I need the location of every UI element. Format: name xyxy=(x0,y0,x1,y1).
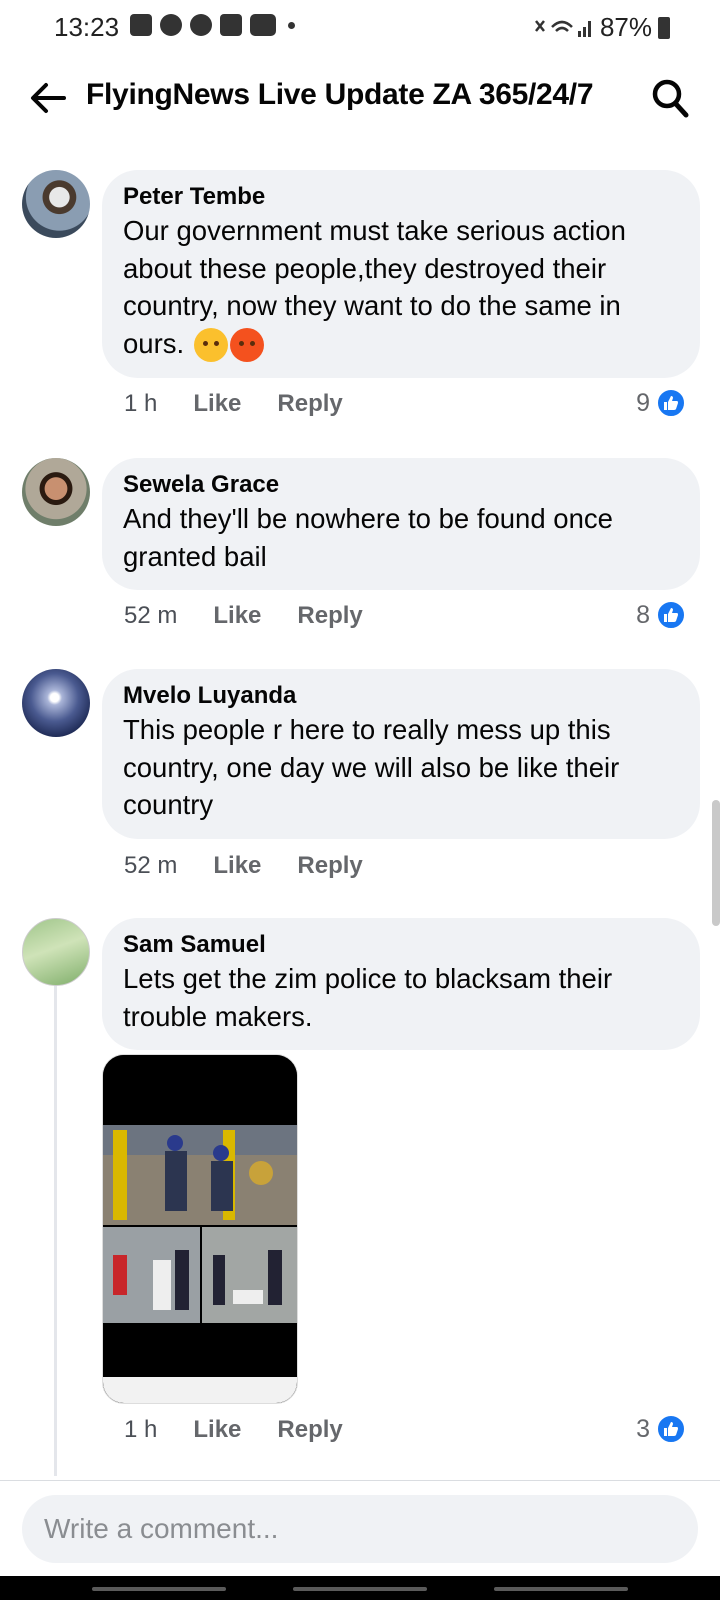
page-header: FlyingNews Live Update ZA 365/24/7 xyxy=(0,60,720,140)
comment-author[interactable]: Sewela Grace xyxy=(123,470,680,500)
comment-author[interactable]: Mvelo Luyanda xyxy=(123,681,680,711)
notification-icons xyxy=(130,14,295,36)
avatar[interactable] xyxy=(22,918,90,986)
comment-time[interactable]: 52 m xyxy=(124,852,177,880)
thumbs-up-icon xyxy=(656,600,686,630)
signal-icon xyxy=(534,17,594,39)
system-status: 87% xyxy=(534,12,670,43)
comment-bubble: Mvelo Luyanda This people r here to real… xyxy=(102,669,700,839)
nav-recent-handle[interactable] xyxy=(92,1587,226,1591)
like-button[interactable]: Like xyxy=(213,602,261,630)
reaction-summary[interactable]: 3 xyxy=(636,1414,686,1444)
thumbs-up-icon xyxy=(656,388,686,418)
reaction-count: 3 xyxy=(636,1414,650,1443)
like-button[interactable]: Like xyxy=(213,852,261,880)
comment-actions: 1 h Like Reply xyxy=(124,1416,343,1444)
youtube-icon xyxy=(250,14,276,36)
status-bar: 13:23 87% xyxy=(0,0,720,56)
status-time: 13:23 xyxy=(54,12,120,42)
reply-button[interactable]: Reply xyxy=(277,1416,342,1444)
comment-time[interactable]: 1 h xyxy=(124,390,157,418)
like-button[interactable]: Like xyxy=(193,1416,241,1444)
comment-text: Lets get the zim police to blacksam thei… xyxy=(123,963,613,1032)
reply-button[interactable]: Reply xyxy=(297,602,362,630)
page-title: FlyingNews Live Update ZA 365/24/7 xyxy=(86,78,594,111)
angry-face-icon xyxy=(229,328,264,363)
reaction-summary[interactable]: 8 xyxy=(636,600,686,630)
comment-text: Our government must take serious action … xyxy=(123,212,680,363)
comment-input[interactable] xyxy=(22,1495,698,1563)
thumbs-up-icon xyxy=(656,1414,686,1444)
comment-bubble: Peter Tembe Our government must take ser… xyxy=(102,170,700,378)
comment-bubble: Sam Samuel Lets get the zim police to bl… xyxy=(102,918,700,1050)
comment-actions: 52 m Like Reply xyxy=(124,602,363,630)
facebook-icon xyxy=(190,14,212,36)
message-icon xyxy=(130,14,152,36)
comment-image-attachment[interactable] xyxy=(102,1054,298,1404)
reply-button[interactable]: Reply xyxy=(297,852,362,880)
nav-back-handle[interactable] xyxy=(494,1587,628,1591)
comment-text: This people r here to really mess up thi… xyxy=(123,714,620,820)
like-button[interactable]: Like xyxy=(193,390,241,418)
comment-actions: 52 m Like Reply xyxy=(124,852,363,880)
reaction-summary[interactable]: 9 xyxy=(636,388,686,418)
avatar[interactable] xyxy=(22,669,90,737)
annoyed-face-icon xyxy=(193,328,228,363)
comment-time[interactable]: 52 m xyxy=(124,602,177,630)
system-navigation-bar xyxy=(0,1576,720,1600)
download-icon xyxy=(220,14,242,36)
reaction-count: 9 xyxy=(636,388,650,417)
scrollbar[interactable] xyxy=(712,800,720,926)
more-notifications-dot xyxy=(288,21,295,29)
search-icon[interactable] xyxy=(650,76,690,120)
reply-button[interactable]: Reply xyxy=(277,390,342,418)
reaction-count: 8 xyxy=(636,600,650,629)
comment-author[interactable]: Sam Samuel xyxy=(123,930,680,960)
attachment-photo xyxy=(103,1055,297,1403)
comment-bubble: Sewela Grace And they'll be nowhere to b… xyxy=(102,458,700,590)
battery-percent: 87% xyxy=(599,12,652,42)
facebook-icon xyxy=(160,14,182,36)
nav-home-handle[interactable] xyxy=(293,1587,427,1591)
back-arrow-icon[interactable] xyxy=(26,76,70,120)
comment-time[interactable]: 1 h xyxy=(124,1416,157,1444)
comment-composer xyxy=(0,1480,720,1576)
reply-thread-line xyxy=(54,966,57,1476)
battery-icon xyxy=(658,16,670,39)
comment-author[interactable]: Peter Tembe xyxy=(123,182,680,212)
comment-actions: 1 h Like Reply xyxy=(124,390,343,418)
avatar[interactable] xyxy=(22,458,90,526)
comment-text: And they'll be nowhere to be found once … xyxy=(123,503,613,572)
avatar[interactable] xyxy=(22,170,90,238)
